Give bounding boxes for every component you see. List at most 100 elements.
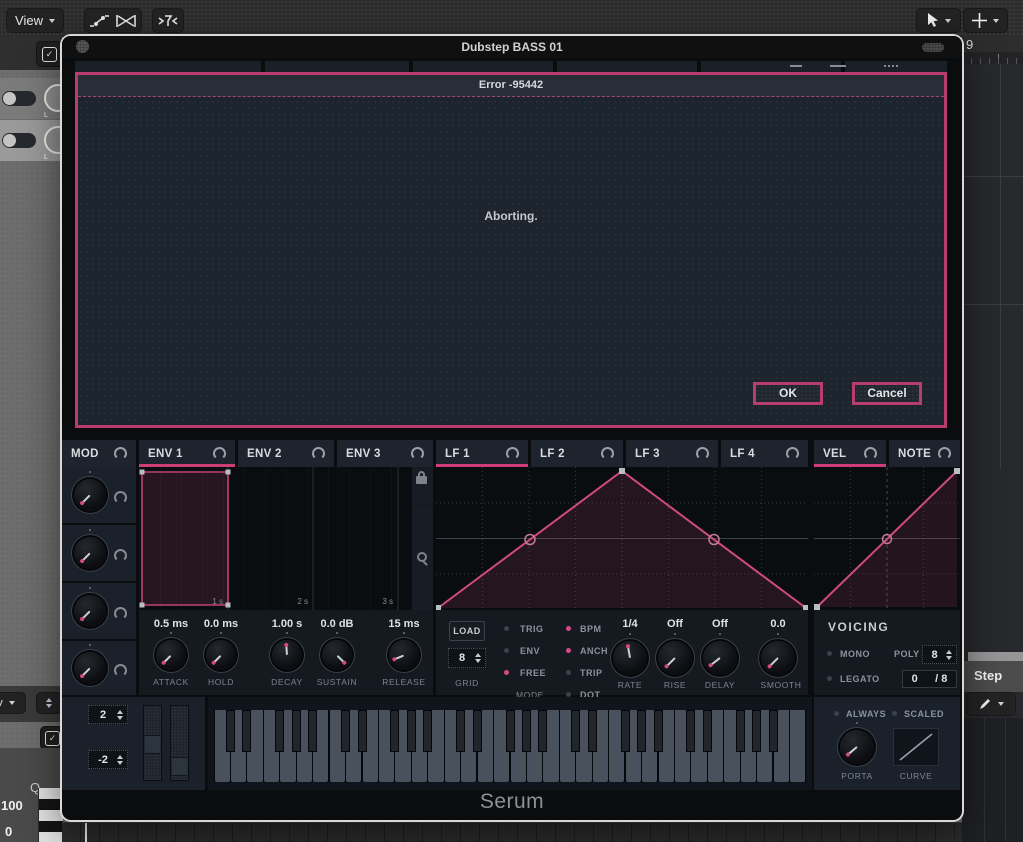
legato-dot[interactable] [827,676,832,681]
mode-dropdown[interactable]: v [0,692,26,714]
free-dot[interactable] [504,670,509,675]
tab-vel[interactable]: VEL [814,440,886,467]
release-knob[interactable] [389,640,419,670]
piano-key-black[interactable] [473,710,482,752]
piano-key-black[interactable] [308,710,317,752]
piano-key-black[interactable] [423,710,432,752]
piano-key-black[interactable] [752,710,761,752]
scaled-option[interactable]: SCALED [904,709,944,719]
tab-env1[interactable]: ENV 1 [139,440,235,467]
piano-key-black[interactable] [621,710,630,752]
octave-down-stepper[interactable]: -2 [88,750,128,769]
piano-key-black[interactable] [390,710,399,752]
piano-key-black[interactable] [292,710,301,752]
piano-key-black[interactable] [242,710,251,752]
bpm-dot[interactable] [566,626,571,631]
piano-key-white[interactable] [790,710,805,782]
piano-key-black[interactable] [538,710,547,752]
piano-key-black[interactable] [769,710,778,752]
octave-up-stepper[interactable]: 2 [88,705,128,724]
rate-knob[interactable] [613,641,647,675]
envelope-display[interactable]: 1 s 2 s 3 s [139,467,410,610]
mod-wheel-handle[interactable] [172,757,187,776]
crosshair-tool-dropdown[interactable] [963,8,1008,33]
trig-dot[interactable] [504,626,509,631]
piano-key-black[interactable] [703,710,712,752]
piano-key-black[interactable] [226,710,235,752]
zoom-stepper-button[interactable] [36,692,62,714]
tab-lf4[interactable]: LF 4 [721,440,808,467]
trip-dot[interactable] [566,670,571,675]
playhead-line[interactable] [85,823,87,842]
plugin-titlebar[interactable]: Dubstep BASS 01 [62,36,962,58]
piano-key-black[interactable] [571,710,580,752]
attack-knob[interactable] [156,640,186,670]
piano-key-black[interactable] [654,710,663,752]
piano-key-black[interactable] [358,710,367,752]
mono-option[interactable]: MONO [840,649,870,659]
scaled-dot[interactable] [892,711,897,716]
lock-button[interactable] [412,467,433,505]
zoom-button[interactable] [412,508,433,610]
poly-stepper[interactable]: 8 [922,645,957,664]
tab-lf2[interactable]: LF 2 [531,440,623,467]
lfo-display[interactable] [436,467,808,610]
tab-env3[interactable]: ENV 3 [337,440,433,467]
pitch-wheel[interactable] [143,705,162,781]
always-option[interactable]: ALWAYS [846,709,886,719]
track-row-selected[interactable]: L [0,120,62,161]
delay-knob[interactable] [703,641,737,675]
piano-key-black[interactable] [275,710,284,752]
velocity-display[interactable] [814,467,960,610]
grid-stepper[interactable]: 8 [448,648,486,668]
sustain-knob[interactable] [322,640,352,670]
ruler-bar[interactable]: 9 [962,36,1023,52]
always-dot[interactable] [834,711,839,716]
mod-amount-knob[interactable] [74,595,106,627]
piano-key-black[interactable] [736,710,745,752]
piano-key-black[interactable] [637,710,646,752]
track-toggle-switch[interactable] [2,91,36,106]
curve-display[interactable] [893,728,939,766]
piano-keyboard[interactable] [214,710,806,782]
rise-knob[interactable] [658,641,692,675]
hold-knob[interactable] [206,640,236,670]
piano-key-black[interactable] [522,710,531,752]
mod-wheel[interactable] [170,705,189,781]
mod-curve-icon[interactable] [114,607,127,620]
anch-dot[interactable] [566,648,571,653]
trig-option[interactable]: TRIG [520,624,544,634]
pitch-wheel-handle[interactable] [145,735,160,754]
piano-key-black[interactable] [407,710,416,752]
piano-roll-keys-strip[interactable] [38,788,63,842]
divider-bar[interactable] [968,652,1023,661]
tab-lf3[interactable]: LF 3 [626,440,718,467]
trip-option[interactable]: TRIP [580,668,603,678]
mod-curve-icon[interactable] [114,549,127,562]
automation-crossfade-tools[interactable] [84,8,142,33]
legato-option[interactable]: LEGATO [840,674,880,684]
track-row[interactable]: L [0,78,62,119]
tab-mod[interactable]: MOD [62,440,136,467]
piano-key-black[interactable] [506,710,515,752]
track-toggle-switch[interactable] [2,133,36,148]
mod-amount-knob[interactable] [74,652,106,684]
cancel-button[interactable]: Cancel [852,382,922,405]
free-option[interactable]: FREE [520,668,546,678]
tab-lf1[interactable]: LF 1 [436,440,528,467]
piano-key-black[interactable] [588,710,597,752]
ok-button[interactable]: OK [753,382,823,405]
tab-env2[interactable]: ENV 2 [238,440,334,467]
bpm-option[interactable]: BPM [580,624,602,634]
env-option[interactable]: ENV [520,646,540,656]
pointer-tool-dropdown[interactable] [916,8,961,33]
piano-key-black[interactable] [456,710,465,752]
mono-dot[interactable] [827,651,832,656]
smooth-knob[interactable] [761,641,795,675]
mod-curve-icon[interactable] [114,491,127,504]
piano-key-black[interactable] [686,710,695,752]
view-dropdown[interactable]: View [6,8,64,33]
tab-note[interactable]: NOTE [889,440,960,467]
piano-key-black[interactable] [341,710,350,752]
porta-knob[interactable] [840,730,874,764]
